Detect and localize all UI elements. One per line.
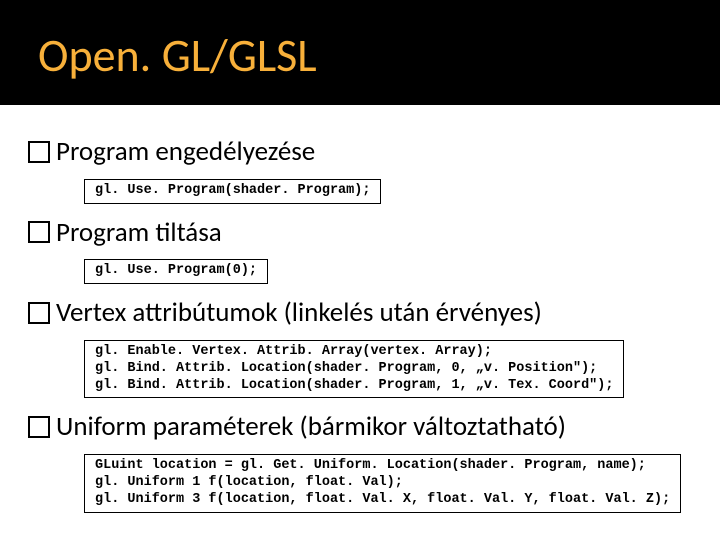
code-snippet: gl. Enable. Vertex. Attrib. Array(vertex… [95, 344, 613, 395]
slide: Open. GL/GLSL Program engedélyezése gl. … [0, 0, 720, 540]
slide-title: Open. GL/GLSL [38, 28, 317, 84]
code-box: gl. Enable. Vertex. Attrib. Array(vertex… [84, 340, 624, 399]
bullet-text: Vertex attribútumok (linkelés után érvén… [56, 298, 542, 328]
bullet-box-icon [28, 416, 50, 438]
code-snippet: GLuint location = gl. Get. Uniform. Loca… [95, 458, 670, 509]
bullet-item: Vertex attribútumok (linkelés után érvén… [28, 298, 692, 328]
bullet-text: Uniform paraméterek (bármikor változtath… [56, 412, 566, 442]
bullet-item: Program tiltása [28, 218, 692, 248]
code-box: gl. Use. Program(0); [84, 259, 268, 284]
bullet-box-icon [28, 141, 50, 163]
bullet-item: Program engedélyezése [28, 137, 692, 167]
code-box: gl. Use. Program(shader. Program); [84, 179, 381, 204]
title-bar: Open. GL/GLSL [0, 0, 720, 105]
bullet-box-icon [28, 302, 50, 324]
bullet-text: Program engedélyezése [56, 137, 315, 167]
bullet-text: Program tiltása [56, 218, 222, 248]
code-snippet: gl. Use. Program(0); [95, 263, 257, 280]
code-box: GLuint location = gl. Get. Uniform. Loca… [84, 454, 681, 513]
content-area: Program engedélyezése gl. Use. Program(s… [0, 105, 720, 513]
bullet-item: Uniform paraméterek (bármikor változtath… [28, 412, 692, 442]
code-snippet: gl. Use. Program(shader. Program); [95, 183, 370, 200]
bullet-box-icon [28, 221, 50, 243]
